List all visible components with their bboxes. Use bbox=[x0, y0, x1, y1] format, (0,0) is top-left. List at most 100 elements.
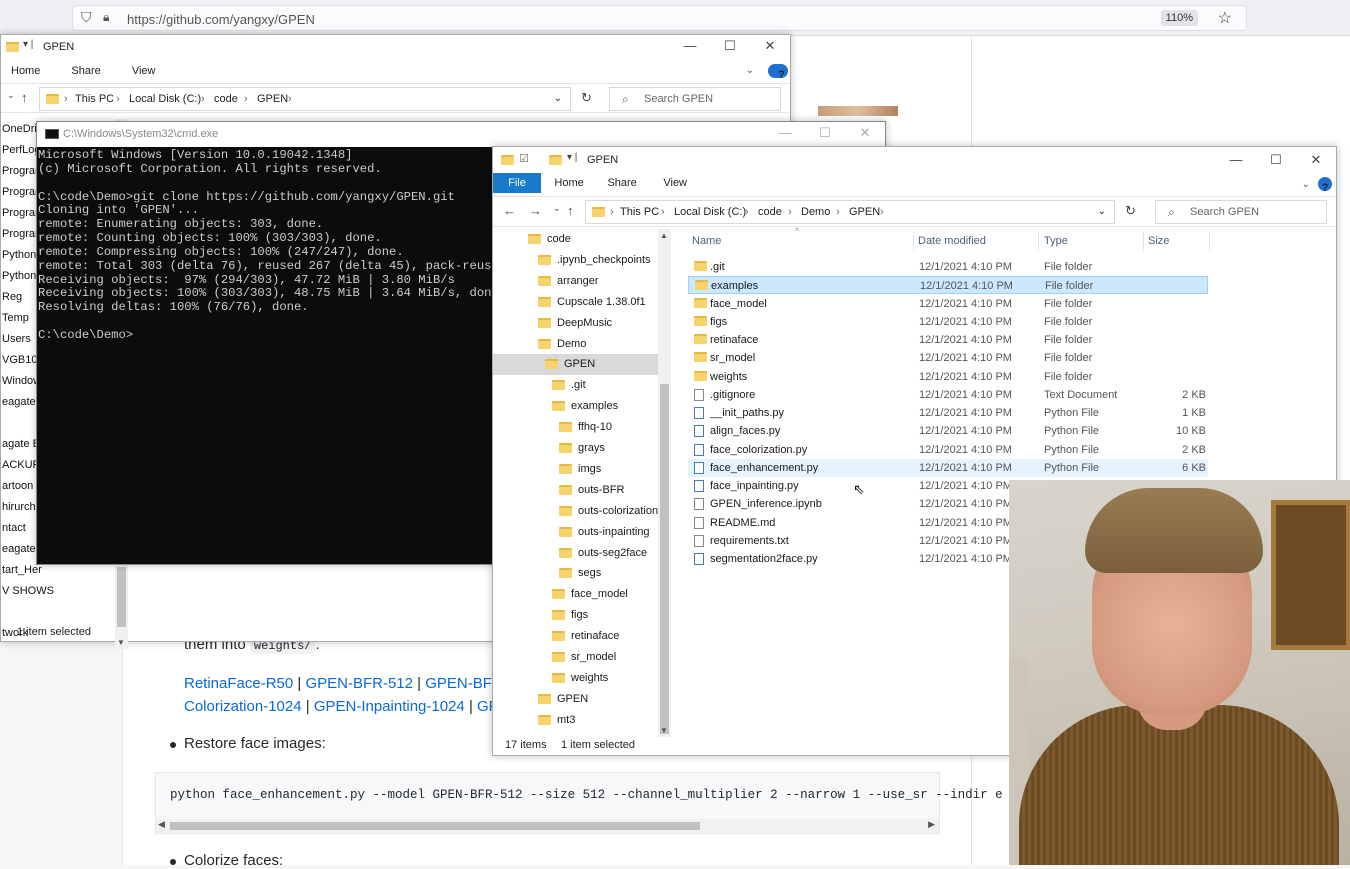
close-icon[interactable]: ✕ bbox=[1296, 147, 1336, 173]
breadcrumb[interactable]: › This PC › Local Disk (C:) › code › Dem… bbox=[585, 200, 1115, 224]
title-bar[interactable]: ▾ | GPEN — ☐ ✕ bbox=[1, 35, 790, 59]
nav-tree-item[interactable]: GPEN bbox=[538, 689, 588, 710]
address-bar[interactable]: ⛉ 🔒︎ https://github.com/yangxy/GPEN 110%… bbox=[72, 5, 1247, 31]
tab-file[interactable]: File bbox=[493, 173, 541, 193]
file-row[interactable]: sr_model 12/1/2021 4:10 PM File folder bbox=[688, 349, 1208, 367]
minimize-icon[interactable]: — bbox=[765, 122, 805, 146]
help-icon[interactable]: ? bbox=[1318, 177, 1332, 194]
close-icon[interactable]: ✕ bbox=[750, 35, 790, 59]
title-bar[interactable]: ☑ ▾ | GPEN — ☐ ✕ bbox=[493, 147, 1336, 173]
nav-item[interactable]: V SHOWS bbox=[1, 581, 121, 602]
quick-access-icon[interactable]: ▾ | bbox=[23, 39, 33, 50]
scroll-up-icon[interactable]: ▲ bbox=[660, 231, 668, 240]
nav-tree-item[interactable]: outs-inpainting bbox=[559, 522, 650, 543]
nav-tree-item[interactable]: outs-BFR bbox=[559, 480, 624, 501]
cmd-title-bar[interactable]: C:\Windows\System32\cmd.exe — ☐ ✕ bbox=[37, 122, 885, 147]
refresh-icon[interactable]: ↻ bbox=[1125, 203, 1136, 219]
scroll-thumb[interactable] bbox=[660, 384, 669, 734]
file-row[interactable]: face_colorization.py 12/1/2021 4:10 PM Pyt… bbox=[688, 441, 1208, 459]
forward-arrow-icon[interactable]: → bbox=[529, 203, 542, 218]
search-input[interactable]: ⌕ Search GPEN bbox=[1155, 200, 1327, 224]
tab-share[interactable]: Share bbox=[61, 61, 110, 81]
scroll-thumb[interactable] bbox=[117, 567, 126, 627]
properties-icon[interactable]: ☑ bbox=[519, 152, 529, 165]
recent-locations-icon[interactable]: ⌄ bbox=[553, 203, 561, 214]
crumb-this-pc[interactable]: This PC bbox=[75, 93, 114, 105]
nav-tree-item[interactable]: mt3 bbox=[538, 710, 575, 731]
crumb-this-pc[interactable]: This PC bbox=[620, 206, 659, 218]
breadcrumb[interactable]: › This PC › Local Disk (C:) › code › GPE… bbox=[39, 87, 571, 111]
customize-icon[interactable]: ▾ | bbox=[567, 152, 577, 163]
minimize-icon[interactable]: — bbox=[1216, 147, 1256, 173]
nav-tree-item[interactable]: weights bbox=[552, 668, 608, 689]
tab-view[interactable]: View bbox=[650, 173, 700, 193]
nav-tree-item[interactable]: code bbox=[528, 229, 571, 250]
nav-tree-item[interactable]: segs bbox=[559, 563, 601, 584]
chevron-down-icon[interactable]: ⌄ bbox=[554, 93, 562, 104]
column-date-modified[interactable]: Date modified bbox=[918, 235, 986, 247]
link-colorization[interactable]: Colorization-1024 bbox=[184, 698, 302, 715]
minimize-icon[interactable]: — bbox=[670, 35, 710, 59]
crumb-local-disk[interactable]: Local Disk (C:) bbox=[674, 206, 746, 218]
up-arrow-icon[interactable]: ↑ bbox=[567, 203, 574, 218]
scroll-left-icon[interactable]: ◀ bbox=[158, 819, 165, 830]
nav-tree-item[interactable]: arranger bbox=[538, 271, 599, 292]
file-row[interactable]: face_model 12/1/2021 4:10 PM File folder bbox=[688, 295, 1208, 313]
nav-scrollbar[interactable]: ▲ ▼ bbox=[658, 229, 671, 737]
crumb-demo[interactable]: Demo bbox=[801, 206, 830, 218]
crumb-gpen[interactable]: GPEN bbox=[849, 206, 880, 218]
nav-tree-item[interactable]: examples bbox=[552, 396, 618, 417]
tab-view[interactable]: View bbox=[122, 61, 166, 81]
link-inpainting[interactable]: GPEN-Inpainting-1024 bbox=[314, 698, 465, 715]
link-gpen-bfr-512[interactable]: GPEN-BFR-512 bbox=[305, 675, 413, 692]
close-icon[interactable]: ✕ bbox=[845, 122, 885, 146]
bookmark-star-icon[interactable]: ☆ bbox=[1218, 8, 1232, 28]
file-row[interactable]: align_faces.py 12/1/2021 4:10 PM Python Fi… bbox=[688, 422, 1208, 440]
tab-home[interactable]: Home bbox=[544, 173, 594, 193]
nav-tree-item[interactable]: DeepMusic bbox=[538, 313, 612, 334]
chevron-down-icon[interactable]: ⌄ bbox=[1098, 206, 1106, 217]
scroll-down-icon[interactable]: ▼ bbox=[660, 726, 668, 735]
recent-locations-icon[interactable]: ⌄ bbox=[7, 90, 15, 101]
column-size[interactable]: Size bbox=[1148, 235, 1169, 247]
file-row[interactable]: __init_paths.py 12/1/2021 4:10 PM Python F… bbox=[688, 404, 1208, 422]
nav-item[interactable] bbox=[1, 602, 121, 623]
scroll-right-icon[interactable]: ▶ bbox=[928, 819, 935, 830]
code-horizontal-scrollbar[interactable]: ◀ ▶ bbox=[156, 819, 939, 833]
scroll-thumb[interactable] bbox=[170, 822, 700, 830]
zoom-badge[interactable]: 110% bbox=[1160, 10, 1198, 26]
nav-tree-item[interactable]: imgs bbox=[559, 459, 601, 480]
nav-tree-item[interactable]: Cupscale 1.38.0f1 bbox=[538, 292, 646, 313]
nav-tree-item[interactable]: GPEN bbox=[493, 354, 658, 376]
nav-tree-item[interactable]: sr_model bbox=[552, 647, 616, 668]
nav-tree-item[interactable]: .ipynb_checkpoints bbox=[538, 250, 651, 271]
nav-tree-item[interactable]: retinaface bbox=[552, 626, 619, 647]
crumb-code[interactable]: code bbox=[758, 206, 782, 218]
file-row[interactable]: figs 12/1/2021 4:10 PM File folder bbox=[688, 313, 1208, 331]
help-icon[interactable]: ? bbox=[768, 64, 788, 81]
crumb-local-disk[interactable]: Local Disk (C:) bbox=[129, 93, 201, 105]
column-name[interactable]: Name bbox=[692, 235, 721, 247]
search-input[interactable]: ⌕ Search GPEN bbox=[609, 87, 781, 111]
url-text[interactable]: https://github.com/yangxy/GPEN bbox=[127, 12, 315, 27]
maximize-icon[interactable]: ☐ bbox=[1256, 147, 1296, 173]
back-arrow-icon[interactable]: ← bbox=[503, 203, 516, 218]
file-row[interactable]: .gitignore 12/1/2021 4:10 PM Text Document… bbox=[688, 386, 1208, 404]
file-row[interactable]: face_enhancement.py 12/1/2021 4:10 PM Pyth… bbox=[688, 458, 1208, 477]
crumb-gpen[interactable]: GPEN bbox=[257, 93, 288, 105]
nav-tree-item[interactable]: face_model bbox=[552, 584, 628, 605]
maximize-icon[interactable]: ☐ bbox=[805, 122, 845, 146]
crumb-code[interactable]: code bbox=[214, 93, 238, 105]
new-folder-icon[interactable] bbox=[549, 155, 562, 165]
nav-tree-item[interactable]: outs-seg2face bbox=[559, 543, 647, 564]
nav-tree-item[interactable]: Demo bbox=[538, 334, 586, 355]
file-row[interactable]: weights 12/1/2021 4:10 PM File folder bbox=[688, 368, 1208, 386]
nav-tree-item[interactable]: ffhq-10 bbox=[559, 417, 612, 438]
nav-tree-item[interactable]: grays bbox=[559, 438, 605, 459]
tab-home[interactable]: Home bbox=[1, 61, 50, 81]
chevron-down-icon[interactable]: ⌄ bbox=[1302, 175, 1310, 194]
link-retinaface[interactable]: RetinaFace-R50 bbox=[184, 675, 293, 692]
nav-tree-item[interactable]: figs bbox=[552, 605, 588, 626]
column-type[interactable]: Type bbox=[1044, 235, 1068, 247]
maximize-icon[interactable]: ☐ bbox=[710, 35, 750, 59]
